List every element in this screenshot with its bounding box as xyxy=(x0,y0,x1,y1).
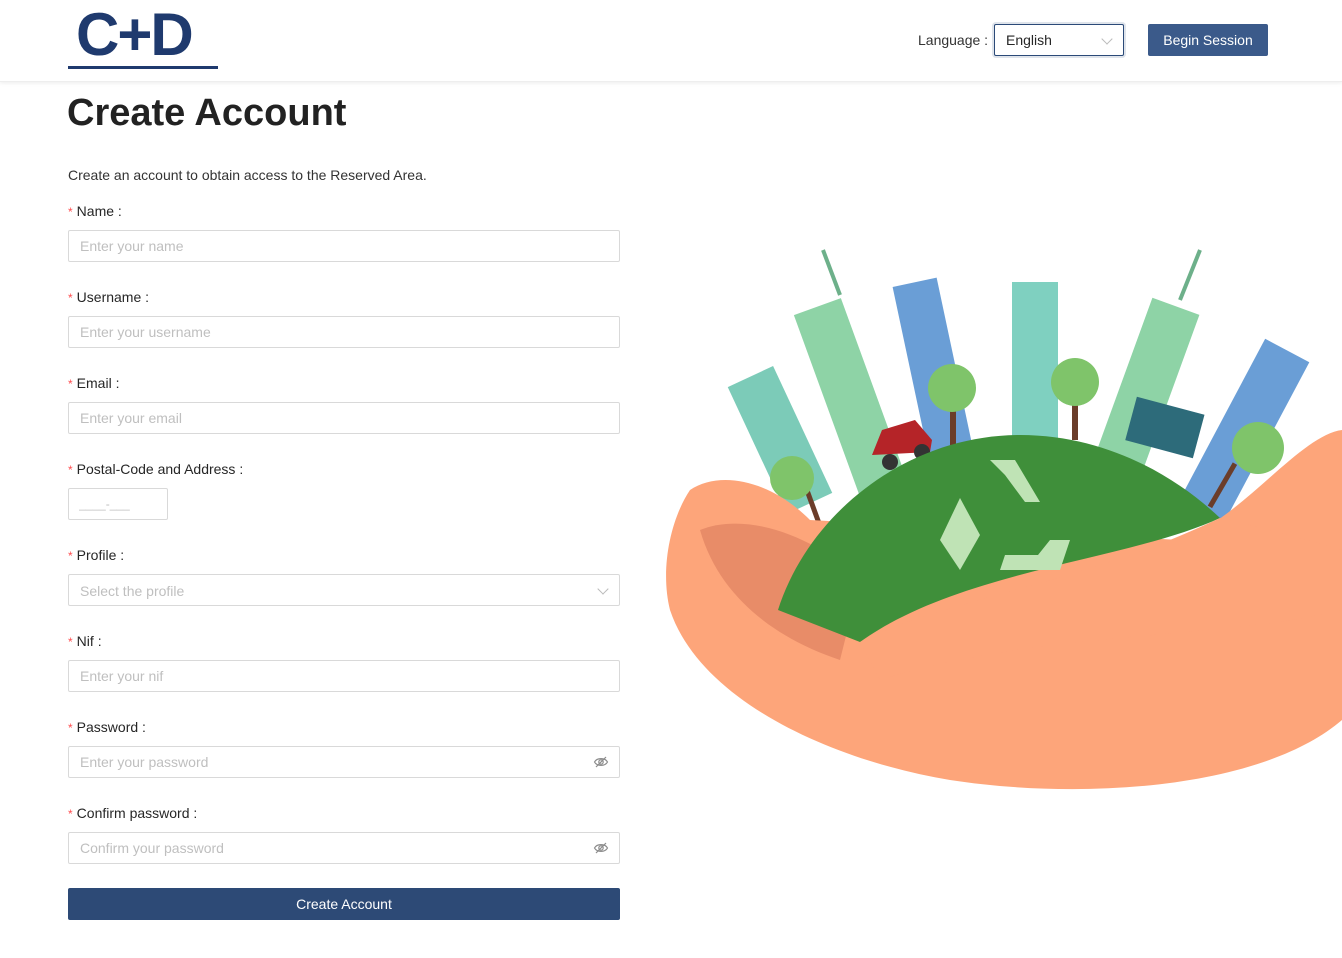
city-in-hand-illustration xyxy=(666,249,1342,790)
nif-label: * Nif : xyxy=(68,633,102,649)
begin-session-button[interactable]: Begin Session xyxy=(1148,24,1268,56)
password-label: * Password : xyxy=(68,719,146,735)
postal-label: * Postal-Code and Address : xyxy=(68,461,244,477)
username-input[interactable] xyxy=(68,316,620,348)
language-label: Language : xyxy=(918,32,989,48)
profile-select[interactable]: Select the profile xyxy=(68,574,620,606)
top-header: C+D Language : English Begin Session xyxy=(0,0,1342,82)
username-label: * Username : xyxy=(68,289,150,305)
nif-input[interactable] xyxy=(68,660,620,692)
page-title: Create Account xyxy=(67,92,347,134)
eye-invisible-icon[interactable] xyxy=(593,754,609,770)
password-input[interactable] xyxy=(68,746,620,778)
chevron-down-icon xyxy=(1101,33,1113,45)
email-input[interactable] xyxy=(68,402,620,434)
name-label: * Name : xyxy=(68,203,122,219)
confirm-password-input[interactable] xyxy=(68,832,620,864)
logo-underline xyxy=(68,66,218,69)
email-label: * Email : xyxy=(68,375,120,391)
page-subtitle: Create an account to obtain access to th… xyxy=(68,167,427,183)
brand-logo[interactable]: C+D xyxy=(68,1,218,70)
postal-code-input[interactable] xyxy=(68,488,168,520)
logo-text: C+D xyxy=(76,1,194,68)
name-input[interactable] xyxy=(68,230,620,262)
language-value: English xyxy=(1006,32,1052,48)
profile-label: * Profile : xyxy=(68,547,125,563)
eye-invisible-icon[interactable] xyxy=(593,840,609,856)
profile-placeholder: Select the profile xyxy=(80,583,185,599)
confirm-password-label: * Confirm password : xyxy=(68,805,198,821)
chevron-down-icon xyxy=(597,583,609,595)
create-account-button[interactable]: Create Account xyxy=(68,888,620,920)
language-select[interactable]: English xyxy=(994,24,1124,56)
